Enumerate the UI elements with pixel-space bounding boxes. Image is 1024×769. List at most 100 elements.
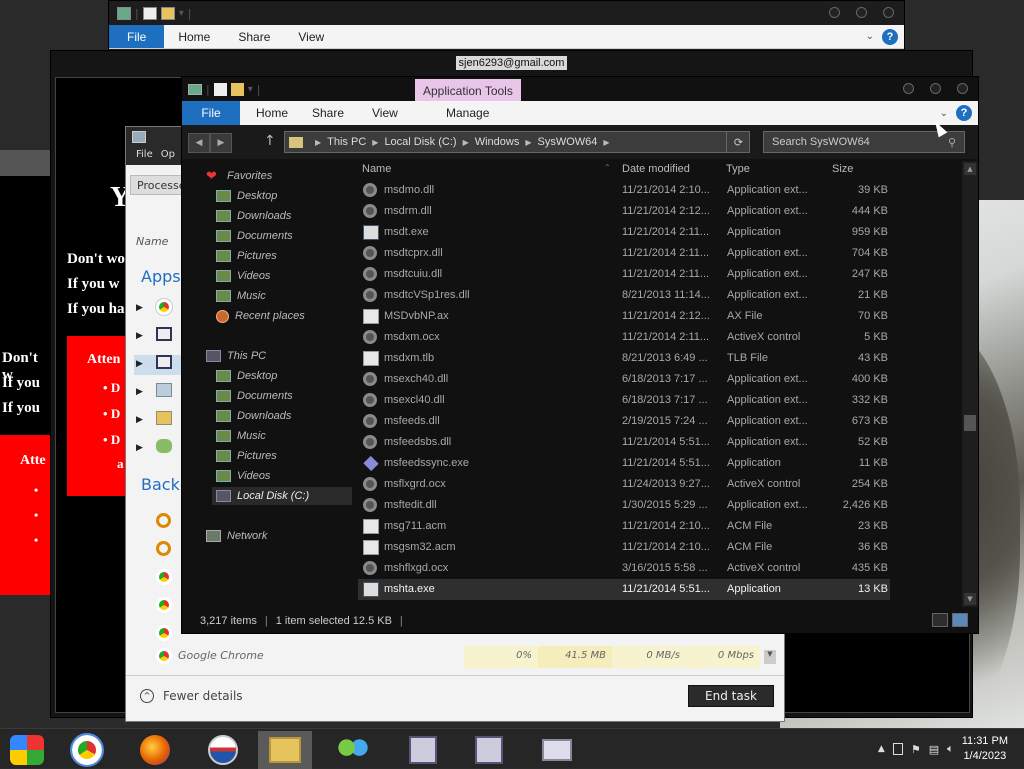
navigation-pane[interactable]: ❤ Favorites Desktop Downloads Documents P… — [182, 161, 357, 601]
file-row[interactable]: msfeeds.dll 2/19/2015 7:24 ... Application… — [358, 411, 890, 432]
file-row[interactable]: msdxm.tlb 8/21/2013 6:49 ... TLB File 43 KB — [358, 348, 890, 369]
nav-item[interactable]: Documents — [216, 387, 293, 405]
close-button[interactable] — [957, 83, 968, 94]
search-input[interactable]: Search SysWOW64 ⚲ — [763, 131, 965, 153]
nav-item[interactable]: Downloads — [216, 407, 291, 425]
file-list[interactable]: Name ⌃ Date modified Type Size msdmo.dll… — [358, 161, 966, 607]
installer-taskbar-button-2[interactable] — [462, 731, 516, 769]
task-manager-taskbar-button[interactable] — [530, 731, 584, 769]
column-name[interactable]: Name — [362, 163, 391, 175]
nav-item[interactable]: Music — [216, 427, 266, 445]
menu-options[interactable]: Op — [161, 149, 175, 165]
nav-item[interactable]: Desktop — [216, 367, 277, 385]
maximize-button[interactable] — [930, 83, 941, 94]
file-row[interactable]: msexcl40.dll 6/18/2013 7:17 ... Applicatio… — [358, 390, 890, 411]
back-button[interactable]: ◀ — [188, 133, 210, 153]
nav-favorites[interactable]: ❤ Favorites — [206, 167, 272, 185]
nav-item[interactable]: Downloads — [216, 207, 291, 225]
nav-network[interactable]: Network — [206, 527, 267, 545]
file-row[interactable]: msdt.exe 11/21/2014 2:11... Application 959… — [358, 222, 890, 243]
refresh-icon[interactable]: ⟳ — [726, 131, 750, 153]
folder-icon[interactable] — [160, 6, 175, 20]
tab-view[interactable]: View — [372, 106, 398, 120]
tab-manage[interactable]: Manage — [446, 106, 489, 120]
column-name[interactable]: Name — [136, 235, 168, 248]
tab-view[interactable]: View — [284, 30, 338, 44]
chevron-down-icon[interactable]: ⌄ — [866, 31, 874, 42]
up-arrow-icon[interactable]: ↑ — [264, 133, 276, 149]
clock[interactable]: 11:31 PM 1/4/2023 — [962, 734, 1008, 764]
nav-item[interactable]: Documents — [216, 227, 293, 245]
breadcrumb-item[interactable]: SysWOW64 — [538, 136, 598, 148]
minimize-button[interactable] — [903, 83, 914, 94]
maximize-button[interactable] — [856, 7, 867, 18]
nav-item[interactable]: Videos — [216, 267, 270, 285]
nav-this-pc[interactable]: This PC — [206, 347, 266, 365]
properties-icon[interactable] — [213, 82, 227, 96]
scroll-up-button[interactable]: ▲ — [964, 163, 976, 175]
application-tools-tab[interactable]: Application Tools — [415, 79, 521, 103]
details-view-icon[interactable] — [932, 613, 948, 627]
nav-item[interactable]: Pictures — [216, 247, 277, 265]
file-explorer-taskbar-button[interactable] — [258, 731, 312, 769]
search-icon[interactable]: ⚲ — [940, 132, 964, 152]
new-folder-icon[interactable] — [230, 82, 244, 96]
file-row[interactable]: msftedit.dll 1/30/2015 5:29 ... Applicatio… — [358, 495, 890, 516]
file-row[interactable]: mshflxgd.ocx 3/16/2015 5:58 ... ActiveX co… — [358, 558, 890, 579]
chrome-taskbar-button[interactable] — [60, 731, 114, 769]
breadcrumb-item[interactable]: Local Disk (C:) — [384, 136, 456, 148]
file-row[interactable]: msflxgrd.ocx 11/24/2013 9:27... ActiveX co… — [358, 474, 890, 495]
close-button[interactable] — [883, 7, 894, 18]
file-row[interactable]: msg711.acm 11/21/2014 2:10... ACM File 23 K… — [358, 516, 890, 537]
file-row[interactable]: msexch40.dll 6/18/2013 7:17 ... Applicatio… — [358, 369, 890, 390]
file-row[interactable]: msdtcuiu.dll 11/21/2014 2:11... Applicatio… — [358, 264, 890, 285]
chevron-down-icon[interactable]: ▾ — [248, 84, 253, 95]
scroll-down-button[interactable]: ▼ — [964, 593, 976, 605]
column-type[interactable]: Type — [726, 163, 750, 175]
menu-file[interactable]: File — [136, 149, 153, 165]
end-task-button[interactable]: End task — [688, 685, 774, 707]
forward-button[interactable]: ▶ — [210, 133, 232, 153]
column-date[interactable]: Date modified — [622, 163, 690, 175]
file-row[interactable]: msdxm.ocx 11/21/2014 2:11... ActiveX contr… — [358, 327, 890, 348]
file-row[interactable]: msdrm.dll 11/21/2014 2:12... Application e… — [358, 201, 890, 222]
column-size[interactable]: Size — [832, 163, 853, 175]
tab-file[interactable]: File — [182, 101, 240, 125]
notification-icon[interactable] — [892, 743, 903, 755]
network-icon[interactable]: ▤ — [929, 743, 939, 756]
help-icon[interactable]: ? — [882, 28, 898, 45]
flag-icon[interactable]: ⚑ — [911, 743, 921, 756]
firefox-taskbar-button[interactable] — [128, 731, 182, 769]
explorer-window-back[interactable]: | ▾ | File Home Share View ⌄ ? — [108, 0, 905, 56]
nav-item[interactable]: Desktop — [216, 187, 277, 205]
tab-file[interactable]: File — [109, 25, 165, 48]
properties-icon[interactable] — [142, 6, 157, 20]
nav-item-local-disk[interactable]: Local Disk (C:) — [212, 487, 352, 505]
file-row[interactable]: msdtcVSp1res.dll 8/21/2013 11:14... Applic… — [358, 285, 890, 306]
file-row[interactable]: msfeedssync.exe 11/21/2014 5:51... Applica… — [358, 453, 890, 474]
tab-home[interactable]: Home — [164, 30, 224, 44]
file-row[interactable]: msdtcprx.dll 11/21/2014 2:11... Applicatio… — [358, 243, 890, 264]
nav-item[interactable]: Pictures — [216, 447, 277, 465]
vertical-scrollbar[interactable]: ▲ ▼ — [962, 161, 978, 607]
users-taskbar-button[interactable] — [326, 731, 380, 769]
breadcrumb[interactable]: ▶ This PC ▶ Local Disk (C:) ▶ Windows ▶ SysW… — [284, 131, 750, 153]
tab-share[interactable]: Share — [312, 106, 344, 120]
minimize-button[interactable] — [829, 7, 840, 18]
file-row[interactable]: msdmo.dll 11/21/2014 2:10... Application e… — [358, 180, 890, 201]
scroll-down-button[interactable]: ▼ — [764, 650, 776, 664]
nav-item[interactable]: Videos — [216, 467, 270, 485]
show-hidden-icons-icon[interactable]: ▲ — [878, 744, 885, 754]
installer-taskbar-button[interactable] — [396, 731, 450, 769]
volume-icon[interactable]: 🔈︎ — [947, 742, 954, 756]
file-row[interactable]: mshta.exe 11/21/2014 5:51... Application 13… — [358, 579, 890, 600]
process-row[interactable]: Google Chrome 0% 41.5 MB 0 MB/s 0 Mbps ▼ — [136, 646, 776, 668]
scroll-thumb[interactable] — [964, 415, 976, 431]
breadcrumb-item[interactable]: This PC — [327, 136, 366, 148]
breadcrumb-item[interactable]: Windows — [475, 136, 520, 148]
tab-home[interactable]: Home — [256, 106, 288, 120]
file-row[interactable]: msfeedsbs.dll 11/21/2014 5:51... Applicati… — [358, 432, 890, 453]
file-row[interactable]: msgsm32.acm 11/21/2014 2:10... ACM File 36 … — [358, 537, 890, 558]
chevron-down-icon[interactable]: ▾ — [179, 8, 184, 19]
nav-item[interactable]: Recent places — [216, 307, 305, 325]
